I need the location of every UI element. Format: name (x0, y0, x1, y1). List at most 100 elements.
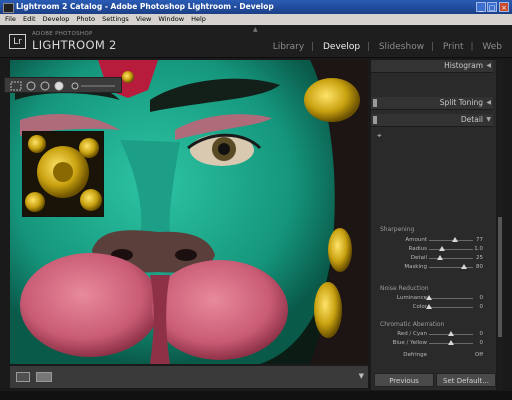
toolbar-menu-chevron-icon[interactable]: ▼ (359, 372, 364, 380)
menu-view[interactable]: View (136, 15, 151, 23)
menu-photo[interactable]: Photo (76, 15, 95, 23)
close-button[interactable]: × (499, 2, 509, 12)
defringe-row: Defringe Off (371, 351, 493, 360)
menu-bar: File Edit Develop Photo Settings View Wi… (0, 14, 512, 25)
menu-edit[interactable]: Edit (23, 15, 36, 23)
detail-collapse-icon[interactable]: ▼ (486, 114, 491, 126)
menu-window[interactable]: Window (158, 15, 184, 23)
slider-label: Red / Cyan (397, 331, 427, 337)
detail-label: Detail (460, 115, 483, 124)
slider-label: Masking (404, 264, 427, 270)
menu-develop[interactable]: Develop (43, 15, 70, 23)
chromatic-aberration-section-title: Chromatic Aberration (380, 321, 445, 328)
menu-file[interactable]: File (5, 15, 16, 23)
app-icon[interactable] (3, 3, 14, 13)
defringe-label: Defringe (403, 352, 427, 358)
slider-row: Radius 1.0 (371, 245, 493, 254)
module-print[interactable]: Print (443, 42, 464, 52)
adjustment-brush-icon[interactable] (71, 82, 79, 90)
slider-value[interactable]: 0 (480, 339, 484, 348)
slider-label: Radius (408, 246, 427, 252)
module-library[interactable]: Library (273, 42, 304, 52)
before-after-icon[interactable] (36, 372, 52, 382)
photo-toolbar: ▼ (10, 366, 368, 388)
window-title: Lightroom 2 Catalog - Adobe Photoshop Li… (16, 2, 274, 11)
spot-removal-icon[interactable] (26, 81, 36, 91)
tool-icons (10, 81, 115, 91)
histogram-label: Histogram (444, 61, 483, 70)
module-web[interactable]: Web (482, 42, 502, 52)
slider-label: Amount (405, 237, 427, 243)
title-bar: Lightroom 2 Catalog - Adobe Photoshop Li… (0, 0, 512, 14)
histogram-tool-strip (4, 77, 122, 93)
slider-knob[interactable] (448, 340, 454, 345)
collapse-top-panel-icon[interactable]: ▲ (253, 26, 258, 33)
panel-switch-icon[interactable] (373, 99, 377, 107)
slider-knob[interactable] (426, 295, 432, 300)
defringe-select[interactable]: Off (475, 351, 483, 360)
slider-knob[interactable] (426, 304, 432, 309)
red-eye-icon[interactable] (40, 81, 50, 91)
set-default-button[interactable]: Set Default... (436, 373, 496, 387)
module-picker: Library | Develop | Slideshow | Print | … (267, 42, 502, 52)
slider-knob[interactable] (448, 331, 454, 336)
target-adjust-icon[interactable]: ⌖ (377, 131, 382, 141)
detail-header[interactable]: Detail ▼ (371, 114, 493, 127)
previous-button[interactable]: Previous (374, 373, 434, 387)
slider-row: Amount 77 (371, 236, 493, 245)
panel-switch-icon[interactable] (373, 116, 377, 124)
minimize-button[interactable]: _ (476, 2, 486, 12)
slider-row: Masking 80 (371, 263, 493, 272)
panel-scrollbar[interactable] (497, 60, 503, 390)
slider-row: Red / Cyan 0 (371, 330, 493, 339)
slider-label: Color (412, 304, 427, 310)
crop-tool-icon[interactable] (10, 81, 22, 91)
module-separator: | (311, 42, 315, 52)
loupe-view-icon[interactable] (16, 372, 30, 382)
slider-value[interactable]: 80 (476, 263, 483, 272)
detail-zoom-preview[interactable] (22, 131, 104, 217)
slider-track[interactable] (429, 298, 473, 299)
histogram-collapse-icon[interactable]: ◀ (486, 60, 491, 72)
module-slideshow[interactable]: Slideshow (379, 42, 424, 52)
slider-value[interactable]: 25 (476, 254, 483, 263)
brand-subtitle: ADOBE PHOTOSHOP (32, 31, 93, 37)
split-toning-collapse-icon[interactable]: ◀ (486, 97, 491, 109)
scrollbar-thumb[interactable] (498, 217, 502, 337)
slider-label: Detail (410, 255, 427, 261)
module-separator: | (366, 42, 370, 52)
slider-label: Luminance (396, 295, 427, 301)
slider-row: Luminance 0 (371, 294, 493, 303)
maximize-button[interactable]: □ (487, 2, 497, 12)
slider-row: Color 0 (371, 303, 493, 312)
module-develop[interactable]: Develop (323, 42, 360, 52)
slider-value[interactable]: 0 (480, 303, 484, 312)
slider-track[interactable] (429, 240, 473, 241)
slider-value[interactable]: 0 (480, 330, 484, 339)
slider-track[interactable] (429, 307, 473, 308)
slider-knob[interactable] (437, 255, 443, 260)
sharpening-section-title: Sharpening (380, 226, 415, 233)
preview-detail-image (23, 132, 103, 216)
menu-settings[interactable]: Settings (102, 15, 129, 23)
split-toning-label: Split Toning (439, 98, 483, 107)
slider-value[interactable]: 77 (476, 236, 483, 245)
slider-track[interactable] (429, 249, 473, 250)
menu-help[interactable]: Help (191, 15, 206, 23)
module-separator: | (470, 42, 474, 52)
filmstrip-edge (0, 391, 512, 400)
slider-knob[interactable] (452, 237, 458, 242)
slider-knob[interactable] (461, 264, 467, 269)
slider-row: Blue / Yellow 0 (371, 339, 493, 348)
split-toning-header[interactable]: Split Toning ◀ (371, 97, 493, 110)
slider-value[interactable]: 0 (480, 294, 484, 303)
brand-title: LIGHTROOM 2 (32, 38, 117, 52)
lightroom-logo: Lr (9, 34, 26, 49)
histogram-header[interactable]: Histogram ◀ (371, 60, 493, 73)
slider-row: Detail 25 (371, 254, 493, 263)
graduated-filter-icon[interactable] (54, 81, 64, 91)
module-separator: | (430, 42, 434, 52)
slider-value[interactable]: 1.0 (474, 245, 483, 254)
slider-track[interactable] (429, 258, 473, 259)
slider-knob[interactable] (439, 246, 445, 251)
